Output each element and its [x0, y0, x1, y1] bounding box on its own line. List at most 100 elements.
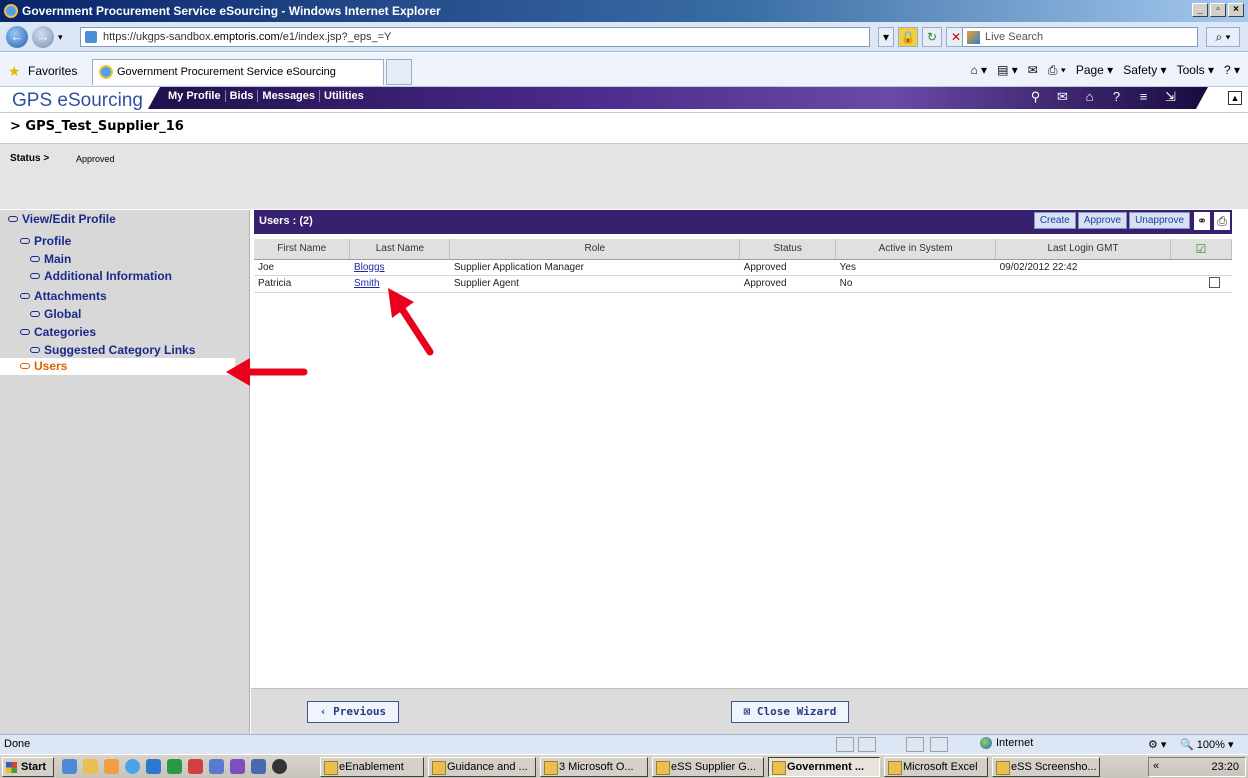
- col-status[interactable]: Status: [739, 239, 837, 260]
- task-government[interactable]: Government ...: [768, 757, 880, 777]
- search-input[interactable]: Live Search: [962, 27, 1198, 47]
- forward-icon[interactable]: →: [32, 26, 54, 48]
- user-link-bloggs[interactable]: Bloggs: [354, 262, 385, 273]
- home-icon[interactable]: ⌂ ▾: [970, 63, 987, 78]
- live-search-icon: [967, 31, 980, 44]
- bullet-icon: [20, 293, 30, 299]
- approve-button[interactable]: Approve: [1077, 212, 1128, 229]
- favorites-star-icon[interactable]: ★: [8, 63, 21, 80]
- mail-icon[interactable]: ✉: [1028, 63, 1038, 78]
- lock-icon[interactable]: 🔒: [898, 27, 918, 47]
- sidebar-item-label: View/Edit Profile: [22, 212, 116, 226]
- home-icon[interactable]: ⌂: [1082, 89, 1097, 104]
- wizard-footer: ‹ Previous ⊠ Close Wizard: [251, 688, 1248, 734]
- task-eenablement[interactable]: eEnablement: [320, 757, 424, 777]
- col-first-name[interactable]: First Name: [254, 239, 351, 260]
- sidebar-item-view-edit-profile[interactable]: View/Edit Profile: [8, 212, 116, 226]
- history-dropdown-icon[interactable]: ▾: [58, 32, 63, 43]
- col-last-name[interactable]: Last Name: [349, 239, 451, 260]
- print-icon[interactable]: ⎙: [1214, 212, 1230, 230]
- sidebar-item-global[interactable]: Global: [30, 307, 81, 321]
- status-label: Status >: [10, 153, 50, 164]
- sidebar-item-additional-information[interactable]: Additional Information: [30, 269, 172, 283]
- main-menu-bar: My Profile Bids Messages Utilities ⚲ ✉ ⌂…: [148, 87, 1208, 109]
- task-microsoft-excel[interactable]: Microsoft Excel: [884, 757, 988, 777]
- restore-icon[interactable]: ▫: [1210, 3, 1226, 17]
- help-icon[interactable]: ? ▾: [1224, 63, 1240, 78]
- menu-utilities[interactable]: Utilities: [319, 90, 368, 102]
- col-role[interactable]: Role: [449, 239, 741, 260]
- app-icon[interactable]: [104, 759, 119, 774]
- zoom-control[interactable]: 🔍 100% ▾: [1180, 738, 1233, 751]
- col-last-login[interactable]: Last Login GMT: [995, 239, 1171, 260]
- tray-chevron-icon[interactable]: «: [1153, 760, 1159, 772]
- app-icon[interactable]: [251, 759, 266, 774]
- minimize-icon[interactable]: _: [1192, 3, 1208, 17]
- sidebar-item-suggested-category-links[interactable]: Suggested Category Links: [30, 343, 195, 357]
- search-icon[interactable]: ⚲: [1028, 89, 1043, 104]
- app-icon[interactable]: [272, 759, 287, 774]
- app-icon[interactable]: [146, 759, 161, 774]
- search-go-icon[interactable]: ⌕ ▾: [1206, 27, 1240, 47]
- sidebar-item-profile[interactable]: Profile: [20, 234, 71, 248]
- select-all-icon[interactable]: ☑: [1170, 239, 1233, 260]
- quick-launch: [62, 759, 287, 774]
- start-button[interactable]: Start: [2, 757, 54, 777]
- sidebar-item-main[interactable]: Main: [30, 252, 71, 266]
- browser-tab[interactable]: Government Procurement Service eSourcing: [92, 59, 384, 85]
- menu-my-profile[interactable]: My Profile: [164, 90, 225, 102]
- new-tab-button[interactable]: [386, 59, 412, 85]
- close-wizard-button[interactable]: ⊠ Close Wizard: [731, 701, 849, 723]
- back-icon[interactable]: ←: [6, 26, 28, 48]
- page-menu[interactable]: Page ▾: [1076, 63, 1113, 78]
- sidebar-item-categories[interactable]: Categories: [20, 325, 96, 339]
- excel-icon[interactable]: [167, 759, 182, 774]
- favorites-button[interactable]: Favorites: [28, 64, 77, 78]
- unapprove-button[interactable]: Unapprove: [1129, 212, 1190, 229]
- binoculars-icon[interactable]: ⚭: [1194, 212, 1210, 230]
- sidebar-item-users[interactable]: Users: [0, 358, 235, 375]
- sidebar-item-label: Attachments: [34, 289, 107, 303]
- menu-messages[interactable]: Messages: [257, 90, 319, 102]
- system-tray: « 23:20: [1148, 757, 1246, 777]
- feeds-icon[interactable]: ▤ ▾: [997, 63, 1018, 78]
- bullet-icon: [30, 347, 40, 353]
- task-microsoft-outlook[interactable]: 3 Microsoft O...: [540, 757, 648, 777]
- task-ess-supplier[interactable]: eSS Supplier G...: [652, 757, 764, 777]
- ie-icon[interactable]: [125, 759, 140, 774]
- bullet-icon: [8, 216, 18, 222]
- col-active-in-system[interactable]: Active in System: [835, 239, 997, 260]
- print-icon[interactable]: ⎙ ▾: [1048, 63, 1066, 78]
- status-band: Status > Approved: [0, 143, 1248, 209]
- url-input[interactable]: https://ukgps-sandbox.emptoris.com/e1/in…: [80, 27, 870, 47]
- menu-bids[interactable]: Bids: [225, 90, 258, 102]
- folder-icon[interactable]: [83, 759, 98, 774]
- mail-icon[interactable]: ✉: [1055, 89, 1070, 104]
- tab-ie-icon: [99, 65, 113, 79]
- previous-button[interactable]: ‹ Previous: [307, 701, 399, 723]
- refresh-icon[interactable]: ↻: [922, 27, 942, 47]
- close-window-icon[interactable]: ×: [1228, 3, 1244, 17]
- app-icon[interactable]: [230, 759, 245, 774]
- cell-active: Yes: [835, 259, 996, 276]
- help-icon[interactable]: ?: [1109, 89, 1124, 104]
- app-icon[interactable]: [62, 759, 77, 774]
- task-guidance[interactable]: Guidance and ...: [428, 757, 536, 777]
- app-icon[interactable]: [209, 759, 224, 774]
- security-zone[interactable]: Internet: [980, 737, 1033, 749]
- create-button[interactable]: Create: [1033, 212, 1076, 229]
- safety-menu[interactable]: Safety ▾: [1123, 63, 1166, 78]
- window-title: Government Procurement Service eSourcing…: [22, 4, 441, 18]
- sidebar-item-attachments[interactable]: Attachments: [20, 289, 107, 303]
- bullet-icon: [30, 273, 40, 279]
- user-link-smith[interactable]: Smith: [354, 278, 380, 289]
- url-dropdown-icon[interactable]: ▾: [878, 27, 894, 47]
- protected-mode-icon[interactable]: ⚙ ▾: [1148, 738, 1166, 751]
- logout-icon[interactable]: ⇲: [1163, 89, 1178, 104]
- tasks-icon[interactable]: ≡: [1136, 89, 1151, 104]
- maximize-icon[interactable]: ▲: [1228, 91, 1242, 105]
- tools-menu[interactable]: Tools ▾: [1177, 63, 1214, 78]
- app-icon[interactable]: [188, 759, 203, 774]
- row-checkbox[interactable]: [1208, 276, 1220, 288]
- task-ess-screenshots[interactable]: eSS Screensho...: [992, 757, 1100, 777]
